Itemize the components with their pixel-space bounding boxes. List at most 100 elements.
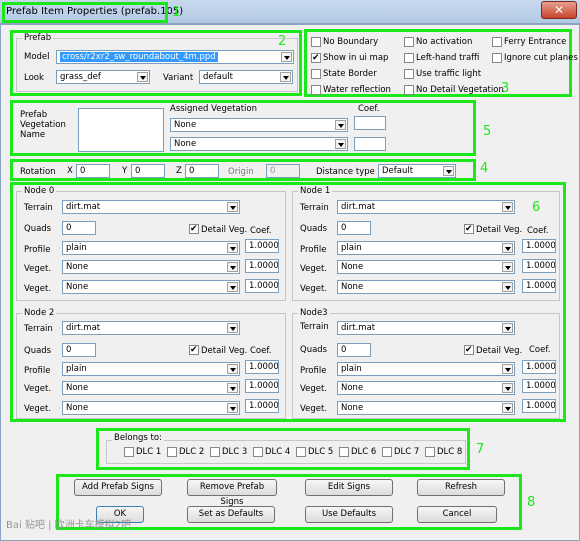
- refresh-button[interactable]: Refresh: [417, 479, 505, 496]
- left-hand-traffic-checkbox[interactable]: [404, 53, 414, 63]
- node-3-veget-1-coef[interactable]: 1.00000: [522, 379, 556, 393]
- node-0-profile-coef[interactable]: 1.00000: [245, 239, 279, 253]
- node-0-coef-label: Coef.: [250, 226, 272, 236]
- ferry-entrance-label: Ferry Entrance: [504, 37, 567, 47]
- node-3-terrain-select[interactable]: dirt.mat: [337, 321, 515, 335]
- node-2-veget-2-select[interactable]: None: [62, 401, 240, 415]
- veg-coef-1[interactable]: [354, 116, 386, 130]
- node-3-veget-2-coef[interactable]: 1.00000: [522, 399, 556, 413]
- set-as-defaults-button[interactable]: Set as Defaults: [187, 506, 275, 523]
- node-0-detail-veg-checkbox[interactable]: [189, 223, 199, 235]
- dlc-8-checkbox[interactable]: [425, 447, 435, 457]
- node-1-veget-1-coef[interactable]: 1.00000: [522, 259, 556, 273]
- node-3-veget-2-select[interactable]: None: [337, 401, 515, 415]
- dlc-6-checkbox[interactable]: [339, 447, 349, 457]
- show-in-ui-map-checkbox[interactable]: [311, 52, 321, 64]
- distance-type-select[interactable]: Default: [378, 164, 456, 178]
- belongs-label: Belongs to:: [112, 433, 164, 443]
- node-0-veget-1-coef[interactable]: 1.00000: [245, 259, 279, 273]
- node-1-profile-select[interactable]: plain: [337, 241, 515, 255]
- node-2-terrain-value: dirt.mat: [66, 323, 101, 333]
- rot-x-input[interactable]: 0: [76, 164, 110, 178]
- annotation-label-5: 5: [483, 124, 492, 139]
- node-2-detail-veg-checkbox[interactable]: [189, 344, 199, 356]
- use-traffic-light-checkbox[interactable]: [404, 69, 414, 79]
- node-2-veget-2-coef[interactable]: 1.00000: [245, 399, 279, 413]
- dlc-1-checkbox[interactable]: [124, 447, 134, 457]
- no-activation-checkbox[interactable]: [404, 37, 414, 47]
- veg-select-2[interactable]: None: [170, 137, 348, 151]
- node-3-quads-input[interactable]: 0: [337, 343, 371, 357]
- annotation-box-1: [2, 2, 168, 23]
- node-2-veget-1-coef[interactable]: 1.00000: [245, 379, 279, 393]
- remove-prefab-signs-button[interactable]: Remove Prefab Signs: [187, 479, 277, 507]
- model-value: cross/r2xr2_sw_roundabout_4m.ppd: [60, 52, 218, 62]
- prefab-veg-name-label-3: Name: [20, 130, 46, 140]
- rot-z-input[interactable]: 0: [185, 164, 219, 178]
- node-2-veget-1-value: None: [66, 383, 89, 393]
- node-3-profile-coef[interactable]: 1.00000: [522, 360, 556, 374]
- edit-signs-button[interactable]: Edit Signs: [305, 479, 393, 496]
- veg-select-1[interactable]: None: [170, 118, 348, 132]
- node-0-terrain-select[interactable]: dirt.mat: [62, 200, 240, 214]
- chevron-down-icon: [281, 52, 292, 62]
- node-3-terrain-label: Terrain: [300, 322, 329, 332]
- veg-coef-2[interactable]: [354, 137, 386, 151]
- node-1-title: Node 1: [298, 186, 333, 196]
- node-2-veget-1-select[interactable]: None: [62, 381, 240, 395]
- node-3-profile-select[interactable]: plain: [337, 362, 515, 376]
- cancel-button[interactable]: Cancel: [417, 506, 497, 523]
- close-button[interactable]: ✕: [541, 1, 577, 19]
- node-3-terrain-value: dirt.mat: [341, 323, 376, 333]
- node-3-veget-1-select[interactable]: None: [337, 381, 515, 395]
- node-0-profile-select[interactable]: plain: [62, 241, 240, 255]
- node-1-profile-coef[interactable]: 1.00000: [522, 239, 556, 253]
- node-2-terrain-select[interactable]: dirt.mat: [62, 321, 240, 335]
- dlc-3-checkbox[interactable]: [210, 447, 220, 457]
- add-prefab-signs-button[interactable]: Add Prefab Signs: [74, 479, 162, 496]
- prefab-veg-name-label-1: Prefab: [20, 110, 48, 120]
- dlc-2-checkbox[interactable]: [167, 447, 177, 457]
- chevron-down-icon: [443, 166, 454, 176]
- use-defaults-button[interactable]: Use Defaults: [305, 506, 393, 523]
- rot-y-input[interactable]: 0: [131, 164, 165, 178]
- node-1-detail-veg-checkbox[interactable]: [464, 223, 474, 235]
- node-3-detail-veg-checkbox[interactable]: [464, 344, 474, 356]
- show-in-ui-map-label: Show in ui map: [323, 53, 389, 63]
- state-border-checkbox[interactable]: [311, 69, 321, 79]
- node-1-quads-input[interactable]: 0: [337, 221, 371, 235]
- chevron-down-icon: [502, 403, 513, 413]
- node-3-veget-2-value: None: [341, 403, 364, 413]
- node-2-profile-select[interactable]: plain: [62, 362, 240, 376]
- node-1-terrain-select[interactable]: dirt.mat: [337, 200, 515, 214]
- node-2-profile-coef[interactable]: 1.00000: [245, 360, 279, 374]
- no-boundary-label: No Boundary: [323, 37, 379, 47]
- node-0-veget-2-value: None: [66, 282, 89, 292]
- node-0-veget-1-label: Veget.: [24, 264, 52, 274]
- dlc-4-checkbox[interactable]: [253, 447, 263, 457]
- node-2-quads-input[interactable]: 0: [62, 343, 96, 357]
- no-boundary-checkbox[interactable]: [311, 37, 321, 47]
- node-2-title: Node 2: [22, 308, 57, 318]
- node-0-veget-2-select[interactable]: None: [62, 280, 240, 294]
- node-0-terrain-label: Terrain: [24, 203, 53, 213]
- model-select[interactable]: cross/r2xr2_sw_roundabout_4m.ppd: [56, 50, 294, 64]
- node-0-quads-input[interactable]: 0: [62, 221, 96, 235]
- node-1-veget-2-coef[interactable]: 1.00000: [522, 279, 556, 293]
- node-1-veget-2-select[interactable]: None: [337, 280, 515, 294]
- look-select[interactable]: grass_def: [56, 70, 150, 84]
- ignore-cut-planes-checkbox[interactable]: [492, 53, 502, 63]
- prefab-veg-name-box[interactable]: [78, 108, 164, 152]
- annotation-label-7: 7: [476, 442, 485, 457]
- ferry-entrance-checkbox[interactable]: [492, 37, 502, 47]
- dlc-7-checkbox[interactable]: [382, 447, 392, 457]
- water-reflection-checkbox[interactable]: [311, 85, 321, 95]
- node-1-veget-2-label: Veget.: [300, 284, 328, 294]
- node-0-veget-2-coef[interactable]: 1.00000: [245, 279, 279, 293]
- node-0-veget-1-select[interactable]: None: [62, 260, 240, 274]
- node-1-veget-1-select[interactable]: None: [337, 260, 515, 274]
- dlc-5-checkbox[interactable]: [296, 447, 306, 457]
- node-2-profile-value: plain: [66, 364, 87, 374]
- no-detail-vegetation-checkbox[interactable]: [404, 85, 414, 95]
- variant-select[interactable]: default: [199, 70, 293, 84]
